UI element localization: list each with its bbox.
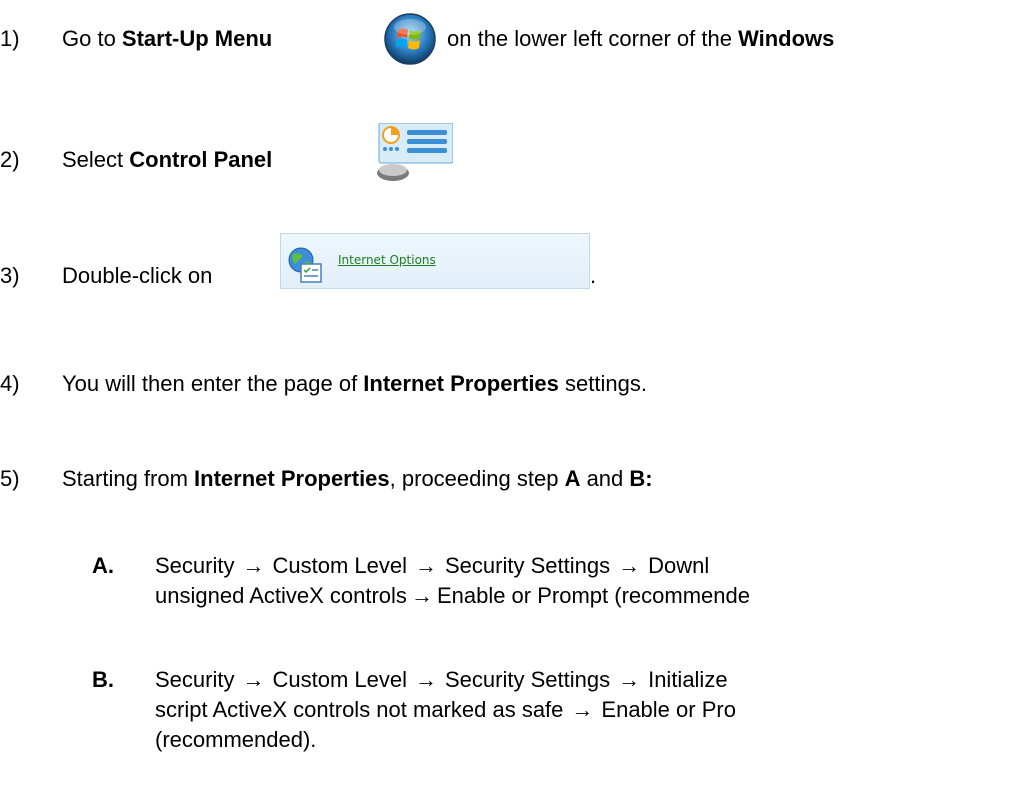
- step-bold: B:: [629, 466, 653, 491]
- path-part: Security Settings: [445, 667, 611, 692]
- arrow-icon: →: [618, 667, 641, 692]
- path-part: Security Settings: [445, 553, 611, 578]
- arrow-icon: →: [415, 667, 437, 692]
- path-part: Custom Level: [272, 667, 407, 692]
- arrow-icon: →: [410, 583, 433, 608]
- step-text: and: [580, 466, 630, 491]
- path-part: Enable or Prompt (recommende: [436, 583, 750, 608]
- substep-letter: B.: [92, 667, 114, 692]
- step-text: You will then enter the page of: [62, 371, 364, 396]
- step-bold: Internet Properties: [363, 371, 559, 396]
- internet-options-link[interactable]: Internet Options: [338, 253, 436, 267]
- path-part: Enable or Pro: [601, 697, 736, 722]
- step-bold: Internet Properties: [194, 466, 390, 491]
- step-number: 1): [0, 26, 20, 51]
- step-number: 2): [0, 147, 20, 172]
- step-bold: Windows: [738, 26, 835, 51]
- substep-line-2: script ActiveX controls not marked as sa…: [155, 695, 736, 725]
- step-2: 2) Select Control Panel: [0, 147, 272, 173]
- step-text: Go to: [62, 26, 122, 51]
- arrow-icon: →: [618, 553, 641, 578]
- control-panel-icon: [377, 123, 453, 181]
- path-part: Initialize: [648, 667, 728, 692]
- step-bold: Start-Up Menu: [121, 26, 273, 51]
- step-text: settings.: [558, 371, 647, 396]
- arrow-icon: →: [242, 553, 265, 578]
- step-number: 3): [0, 263, 20, 288]
- substep-line-3: (recommended).: [155, 727, 317, 752]
- step-text: on the lower left corner of the: [447, 26, 739, 51]
- step-number: 4): [0, 371, 20, 396]
- path-part: unsigned ActiveX controls: [155, 583, 407, 608]
- step-text: , proceeding step: [389, 466, 565, 491]
- arrow-icon: →: [242, 667, 265, 692]
- path-part: script ActiveX controls not marked as sa…: [155, 697, 564, 722]
- internet-options-globe-icon: [288, 247, 322, 283]
- step-number: 5): [0, 466, 20, 491]
- step-text: Starting from: [62, 466, 195, 491]
- step-text: Select: [62, 147, 130, 172]
- internet-options-item[interactable]: Internet Options: [280, 233, 590, 289]
- substep-letter: A.: [92, 553, 114, 578]
- path-part: Custom Level: [272, 553, 407, 578]
- substep-line-2: unsigned ActiveX controls → Enable or Prom…: [155, 581, 750, 611]
- step-1-continued: on the lower left corner of the Windows: [447, 26, 834, 52]
- path-part: Downl: [648, 553, 710, 578]
- step-3: 3) Double-click on: [0, 263, 212, 289]
- path-part: Security: [155, 667, 235, 692]
- step-bold: A: [564, 466, 581, 491]
- step-4: 4) You will then enter the page of Intern…: [0, 371, 647, 397]
- arrow-icon: →: [571, 697, 594, 722]
- path-part: Security: [155, 553, 235, 578]
- windows-start-orb-icon: [384, 13, 436, 65]
- step-5: 5) Starting from Internet Properties, pro…: [0, 466, 653, 492]
- substep-line-1: Security → Custom Level → Security Settings →…: [155, 665, 728, 695]
- substep-line-1: Security → Custom Level → Security Settings →…: [155, 551, 709, 581]
- step-1: 1) Go to Start-Up Menu: [0, 26, 272, 52]
- step-bold: Control Panel: [129, 147, 273, 172]
- arrow-icon: →: [415, 553, 437, 578]
- step-3-period: .: [590, 263, 597, 288]
- step-text: Double-click on: [62, 263, 213, 288]
